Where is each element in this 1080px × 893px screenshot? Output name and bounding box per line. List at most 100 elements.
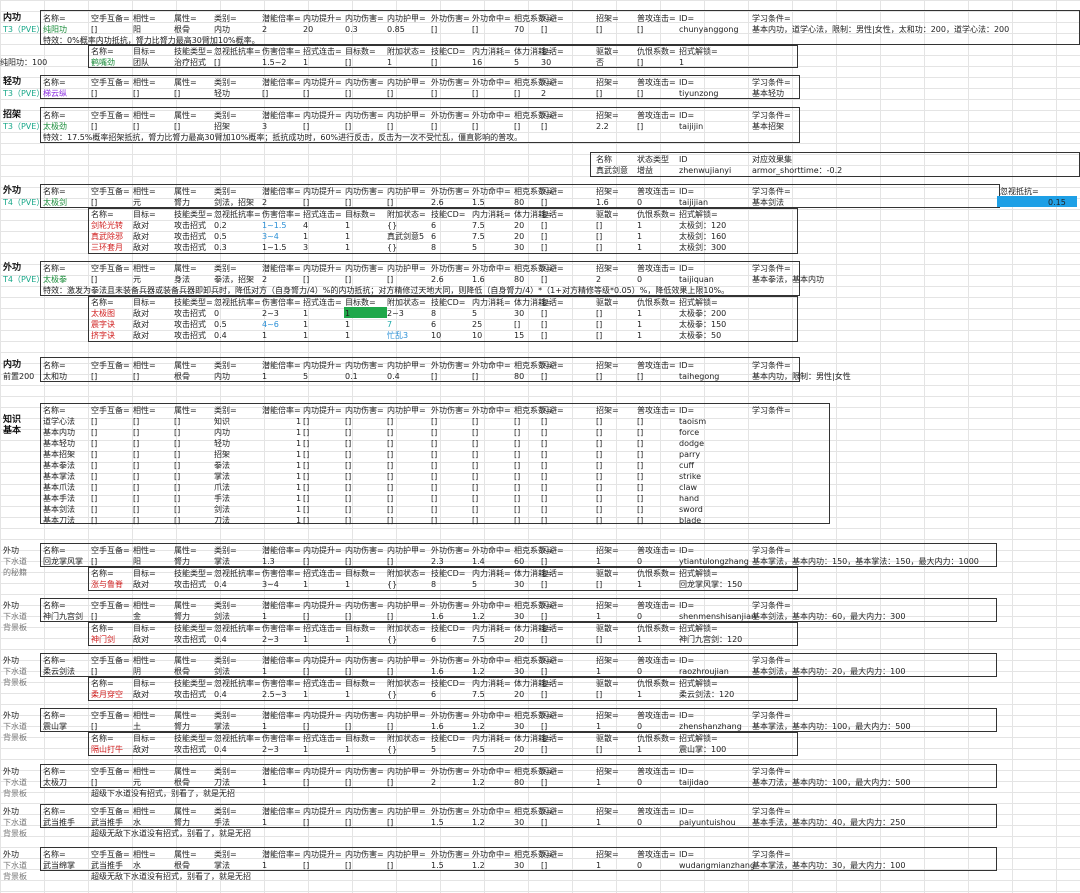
header-kong: 空手互备= [91, 601, 130, 610]
header-xx2: 学习条件= [752, 111, 791, 120]
subheader-mb: 目标数= [345, 624, 376, 633]
knowledge-id: cuff [679, 461, 694, 470]
row-cell-nt: 5 [303, 372, 309, 381]
header-nt: 内功提升= [303, 807, 342, 816]
row-cell-nhj: [] [387, 722, 394, 731]
knowledge-kong: [] [91, 472, 98, 481]
row-cell-kong: [] [91, 25, 98, 34]
subheader-name: 名称= [91, 298, 114, 307]
header-name: 名称= [43, 601, 66, 610]
row-cell-xx: [] [133, 122, 140, 131]
knowledge-id: hand [679, 494, 700, 503]
header-wmz: 外功命中= [472, 807, 511, 816]
subheader-zj: 招式解锁= [679, 734, 718, 743]
knowledge-nsh: [] [345, 472, 352, 481]
skill-cell-name: 太极图 [91, 309, 115, 318]
header-kong: 空手互备= [91, 78, 130, 87]
subheader-name: 名称= [91, 569, 114, 578]
header-kong: 空手互备= [91, 406, 130, 415]
row-cell-cat: 拳法，招架 [214, 275, 254, 284]
row-cell-zj: 1 [596, 612, 602, 621]
skill-cell-ch: 1 [637, 331, 643, 340]
row-cell-id: ytiantulongzhang [679, 557, 749, 566]
header-qn: 潜能倍率= [262, 111, 301, 120]
row-cell-xx2: 基本掌法，基本内功：150，基本掌法：150，最大内力：1000 [752, 557, 979, 566]
subheader-zs: 招式连击= [303, 569, 342, 578]
header-nhj: 内功护甲= [387, 767, 426, 776]
header-sb: 闪避= [541, 14, 564, 23]
knowledge-sb: [] [541, 439, 548, 448]
knowledge-cat: 招架 [214, 450, 230, 459]
lower-section-b: 下水道 [3, 778, 27, 787]
skill-cell-ch: 1 [637, 320, 643, 329]
subheader-fj: 附加状态= [387, 734, 426, 743]
row-cell-nt: [] [303, 778, 310, 787]
header-nt: 内功提升= [303, 546, 342, 555]
skill-cell-cd: 8 [431, 309, 437, 318]
knowledge-pg: [] [637, 450, 644, 459]
header-cat: 类别= [214, 546, 237, 555]
header-id: ID= [679, 601, 695, 610]
knowledge-xx: [] [133, 450, 140, 459]
skill-cell-cd: 10 [431, 331, 442, 340]
skill-cell-tl: 30 [514, 580, 525, 589]
skill-cell-fh: [] [541, 745, 548, 754]
section-tier-qinggong: T3（PVE） [3, 89, 45, 98]
subheader-qs: 驱散= [596, 298, 619, 307]
lower-section-a: 外功 [3, 807, 19, 816]
knowledge-pg: [] [637, 505, 644, 514]
skill-cell-name: 挤字诀 [91, 331, 115, 340]
header-name: 名称= [43, 850, 66, 859]
skill-cell-sl: 3~4 [262, 232, 279, 241]
knowledge-qn: 1 [296, 417, 302, 426]
row-cell-wsh: 2.3 [431, 557, 444, 566]
row-cell-xx: 元 [133, 778, 141, 787]
header-cat: 类别= [214, 656, 237, 665]
header-nsh: 内功伤害= [345, 264, 384, 273]
header-attr: 属性= [174, 361, 197, 370]
subheader-sl: 伤害倍率= [262, 734, 301, 743]
header-xx2: 学习条件= [752, 711, 791, 720]
knowledge-cat: 掌法 [214, 472, 230, 481]
row-cell-cat: 刀法 [214, 778, 230, 787]
row-cell-xx2: 基本拳法，基本内功 [752, 275, 824, 284]
header-wsh: 外功伤害= [431, 264, 470, 273]
row-cell-nsh: [] [345, 861, 352, 870]
row-cell-attr: 根骨 [174, 667, 190, 676]
skill-cell-qs: [] [596, 580, 603, 589]
subheader-jn: 技能类型= [174, 298, 213, 307]
row-cell-wmz: 1.2 [472, 861, 485, 870]
knowledge-pg: [] [637, 428, 644, 437]
skill-cell-tgt: 敌对 [133, 745, 149, 754]
header-nsh: 内功伤害= [345, 807, 384, 816]
header-xx2: 学习条件= [752, 807, 791, 816]
row-cell-nhj: [] [387, 89, 394, 98]
skill-cell-sl: 4~6 [262, 320, 279, 329]
header-pg: 普攻连击= [637, 111, 676, 120]
skill-cell-fj: 1 [387, 58, 393, 67]
knowledge-wmz: [] [472, 494, 479, 503]
subheader-hs: 忽视抵抗率= [214, 210, 261, 219]
row-cell-nhj: 0.4 [387, 372, 400, 381]
skill-cell-fh: [] [541, 580, 548, 589]
skill-cell-mb: 1 [345, 320, 351, 329]
skill-cell-hs: 0.5 [214, 320, 227, 329]
skill-cell-nl: 7.5 [472, 232, 485, 241]
header-attr: 属性= [174, 656, 197, 665]
knowledge-attr: [] [174, 461, 181, 470]
row-cell-nhj: [] [387, 557, 394, 566]
knowledge-sb: [] [541, 450, 548, 459]
header-name: 名称= [43, 656, 66, 665]
header-name: 名称= [43, 807, 66, 816]
row-cell-pg: 0 [637, 861, 643, 870]
row-cell-sb: [] [541, 372, 548, 381]
row-cell-attr: 膂力 [174, 722, 190, 731]
row-cell-zj: 1 [596, 667, 602, 676]
subheader-fj: 附加状态= [387, 569, 426, 578]
header-name: 名称= [43, 406, 66, 415]
skill-cell-sl: 2~3 [262, 745, 279, 754]
subheader-tgt: 目标= [133, 734, 156, 743]
knowledge-wsh: [] [431, 494, 438, 503]
knowledge-nhj: [] [387, 439, 394, 448]
subheader-mb: 目标数= [345, 47, 376, 56]
